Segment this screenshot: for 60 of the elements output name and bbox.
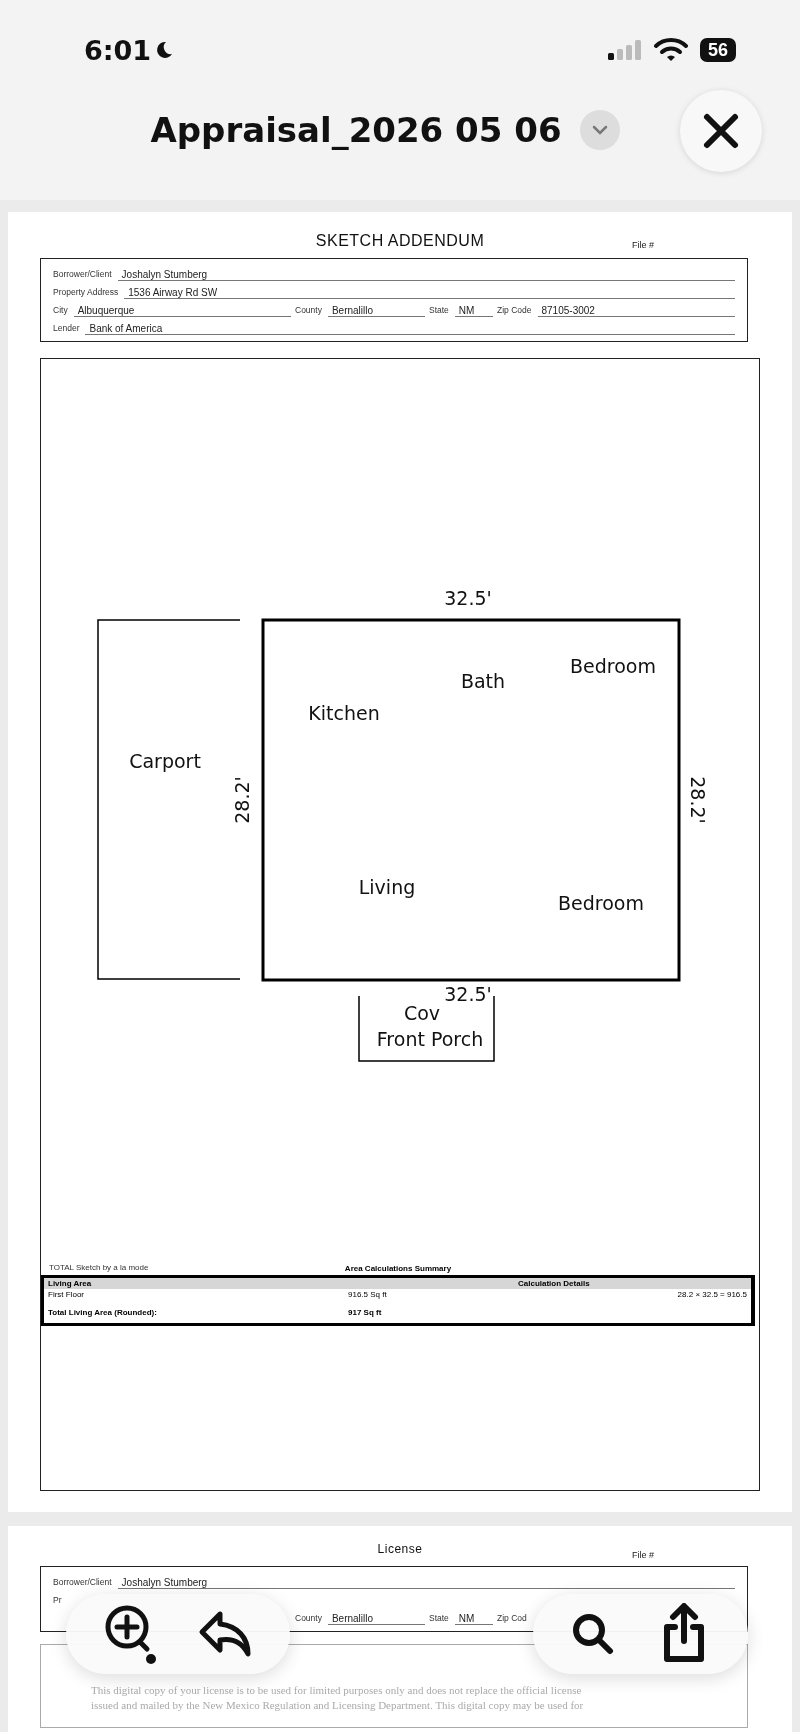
field-label: Lender — [53, 323, 80, 335]
sketch-label: Bedroom — [558, 892, 644, 914]
license-notice-text: This digital copy of your license is to be used for limited purposes only and does not replace the official license — [91, 1683, 583, 1698]
column-header: Calculation Details — [518, 1279, 591, 1288]
field-label: State — [429, 305, 449, 317]
table-cell-text: Total Living Area (Rounded): — [48, 1308, 158, 1317]
chevron-down-icon — [591, 125, 608, 135]
area-summary-title: Area Calculations Summary — [344, 1264, 452, 1273]
field-label: City — [53, 305, 68, 317]
field-value: Joshalyn Stumberg — [117, 1577, 735, 1589]
sketch-label: Bedroom — [570, 655, 656, 677]
sketch-label: Bath — [460, 670, 506, 692]
sketch-label: 32.5' — [444, 983, 492, 1005]
field-label: Pr — [53, 1595, 62, 1607]
search-button[interactable] — [571, 1613, 614, 1655]
table-cell-text: First Floor — [48, 1290, 85, 1299]
field-label: County — [295, 1613, 322, 1625]
field-label: Property Address — [53, 287, 119, 299]
field-value: 1536 Airway Rd SW — [124, 287, 735, 299]
close-icon — [701, 111, 741, 151]
sketch-label: Carport — [129, 750, 201, 772]
status-time: 6:01 — [84, 34, 152, 66]
column-header: Living Area — [48, 1279, 93, 1288]
field-value: NM — [454, 305, 493, 317]
page-title: SKETCH ADDENDUM — [315, 232, 485, 251]
sketch-label: 28.2' — [231, 776, 253, 824]
battery-indicator: 56 — [699, 38, 736, 62]
field-label: County — [295, 305, 322, 317]
moon-icon — [154, 40, 175, 60]
license-notice-text: issued and mailed by the New Mexico Regulation and Licensing Department. This digital copy may be used for — [91, 1698, 585, 1713]
field-value: NM — [454, 1613, 493, 1625]
field-value: Bernalillo — [327, 1613, 425, 1625]
sketch-credit: TOTAL Sketch by a la mode — [49, 1263, 149, 1272]
sketch-label: Front Porch — [376, 1028, 484, 1050]
file-number-label: File # — [632, 240, 654, 250]
table-cell-text: 916.5 Sq ft — [348, 1290, 388, 1299]
sketch-label: Kitchen — [308, 702, 380, 724]
title-dropdown-button[interactable] — [579, 110, 620, 150]
page-title: License — [377, 1542, 423, 1558]
file-number-label: File # — [632, 1550, 654, 1560]
table-cell-text: 917 Sq ft — [348, 1308, 383, 1317]
field-value: Joshalyn Stumberg — [117, 269, 735, 281]
wifi-icon — [653, 38, 688, 62]
sketch-label: 32.5' — [444, 587, 492, 609]
sketch-label: Living — [358, 876, 416, 898]
field-value: Albuquerque — [73, 305, 291, 317]
sketch-label: Cov — [403, 1002, 441, 1024]
table-cell-text: 28.2 × 32.5 = 916.5 — [676, 1290, 747, 1299]
field-value: 87105-3002 — [537, 305, 735, 317]
field-label: Borrower/Client — [53, 269, 112, 281]
field-label: State — [429, 1613, 449, 1625]
field-label: Borrower/Client — [53, 1577, 112, 1589]
document-title: Appraisal_2026 05 06 — [150, 110, 562, 150]
field-value: Bernalillo — [327, 305, 425, 317]
sketch-label: 28.2' — [687, 776, 709, 824]
field-label: Zip Cod — [497, 1613, 527, 1625]
signal-icon — [607, 40, 642, 60]
close-button[interactable] — [680, 90, 762, 172]
field-label: Zip Code — [497, 305, 532, 317]
field-value: Bank of America — [85, 323, 735, 335]
